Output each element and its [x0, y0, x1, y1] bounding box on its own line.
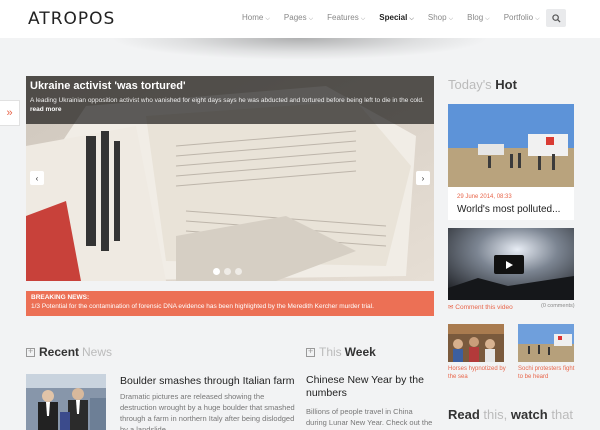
todays-hot-heading: Today's Hot: [448, 77, 517, 92]
comment-icon: ✉: [448, 304, 454, 311]
slider-dot[interactable]: [224, 268, 231, 275]
nav-item-special[interactable]: Special ⌵: [379, 13, 414, 23]
hot-article-image: [448, 104, 574, 187]
chevron-down-icon: ⌵: [308, 16, 314, 22]
play-icon: [506, 260, 513, 269]
slider-dots: [213, 268, 246, 275]
site-header: ATROPOS Home ⌵ Pages ⌵ Features ⌵ Special ⌵ …: [0, 0, 600, 38]
heading-light: News: [82, 345, 113, 359]
heading-bold: Week: [344, 345, 376, 359]
slider-dot[interactable]: [235, 268, 242, 275]
slide-caption: Ukraine activist 'was tortured' A leadin…: [26, 76, 434, 124]
heading-bold: Hot: [495, 77, 517, 92]
chevron-down-icon: ⌵: [448, 16, 454, 22]
nav-item-shop[interactable]: Shop ⌵: [428, 13, 453, 23]
featured-slider: Ukraine activist 'was tortured' A leadin…: [26, 76, 434, 281]
nav-item-home[interactable]: Home ⌵: [242, 13, 270, 23]
read-more-link[interactable]: read more: [30, 106, 430, 113]
chevron-left-icon: ‹: [35, 173, 39, 183]
thumb-sochi[interactable]: [518, 324, 574, 362]
comment-count: (0 comments): [541, 303, 575, 309]
heading-bold: Recent: [39, 345, 80, 359]
heading-bold: watch: [510, 407, 548, 422]
recent-article-thumbnail[interactable]: [26, 374, 106, 430]
nav-item-portfolio[interactable]: Portfolio ⌵: [504, 13, 540, 23]
search-icon: [551, 13, 561, 23]
heading-light: this,: [483, 407, 508, 422]
nav-label: Special: [379, 13, 408, 22]
recent-article-title[interactable]: Boulder smashes through Italian farm: [120, 375, 295, 387]
header-shadow: [110, 38, 490, 60]
side-panel-toggle[interactable]: »: [0, 100, 20, 126]
main-nav: Home ⌵ Pages ⌵ Features ⌵ Special ⌵ Shop ⌵ Bl…: [242, 13, 554, 23]
chevron-down-icon: ⌵: [409, 16, 414, 22]
nav-label: Pages: [283, 13, 307, 22]
chevron-down-icon: ⌵: [265, 16, 270, 22]
plus-box-icon: [306, 346, 315, 357]
this-week-heading: This Week: [306, 345, 379, 359]
heading-light: This: [319, 345, 342, 359]
hot-article-date: 29 June 2014, 08:33: [457, 194, 512, 200]
site-logo[interactable]: ATROPOS: [28, 9, 115, 29]
thumb-caption[interactable]: Sochi protesters fight to be heard: [518, 365, 578, 381]
heading-light: Today's: [448, 77, 492, 92]
nav-label: Shop: [427, 13, 447, 22]
chevrons-right-icon: »: [6, 107, 13, 119]
heading-light: that: [551, 407, 574, 422]
comment-video-link[interactable]: ✉ Comment this video: [448, 303, 513, 311]
hot-article-headline[interactable]: World's most polluted...: [457, 204, 560, 215]
recent-article-description: Dramatic pictures are released showing t…: [120, 392, 295, 430]
nav-item-features[interactable]: Features ⌵: [327, 13, 365, 23]
week-article-title[interactable]: Chinese New Year by the numbers: [306, 374, 434, 400]
nav-label: Features: [327, 13, 359, 22]
nav-label: Portfolio: [503, 13, 534, 22]
slider-next-button[interactable]: ›: [416, 171, 430, 185]
breaking-news-bar: BREAKING NEWS: 1/3 Potential for the con…: [26, 291, 434, 316]
plus-box-icon: [26, 346, 35, 357]
slider-dot[interactable]: [213, 268, 220, 275]
chevron-down-icon: ⌵: [535, 16, 540, 22]
chevron-right-icon: ›: [421, 173, 425, 183]
read-watch-heading: Read this, watch that: [448, 407, 573, 422]
breaking-label: BREAKING NEWS:: [31, 294, 90, 301]
protest-scene-image: [518, 324, 574, 362]
field-scene-image: [448, 104, 574, 187]
comment-link-label: Comment this video: [455, 304, 513, 311]
press-conference-image: [26, 374, 106, 430]
crowd-image: [448, 324, 504, 362]
nav-label: Blog: [467, 13, 484, 22]
search-button[interactable]: [546, 9, 566, 27]
chevron-down-icon: ⌵: [360, 16, 366, 22]
nav-item-blog[interactable]: Blog ⌵: [467, 13, 490, 23]
breaking-text[interactable]: 1/3 Potential for the contamination of f…: [31, 303, 429, 310]
recent-news-heading: Recent News: [26, 345, 112, 359]
video-player[interactable]: [448, 228, 574, 300]
thumb-horses[interactable]: [448, 324, 504, 362]
heading-bold: Read: [448, 407, 480, 422]
week-article-description: Billions of people travel in China durin…: [306, 407, 433, 430]
nav-label: Home: [242, 13, 264, 22]
thumb-caption[interactable]: Horses hypnotized by the sea: [448, 365, 508, 381]
hot-article-card[interactable]: 29 June 2014, 08:33 World's most pollute…: [448, 104, 574, 220]
chevron-down-icon: ⌵: [485, 16, 490, 22]
play-button[interactable]: [494, 255, 524, 274]
nav-item-pages[interactable]: Pages ⌵: [284, 13, 313, 23]
slider-prev-button[interactable]: ‹: [30, 171, 44, 185]
slide-title[interactable]: Ukraine activist 'was tortured': [30, 80, 430, 92]
slide-description: A leading Ukrainian opposition activist …: [30, 97, 424, 104]
